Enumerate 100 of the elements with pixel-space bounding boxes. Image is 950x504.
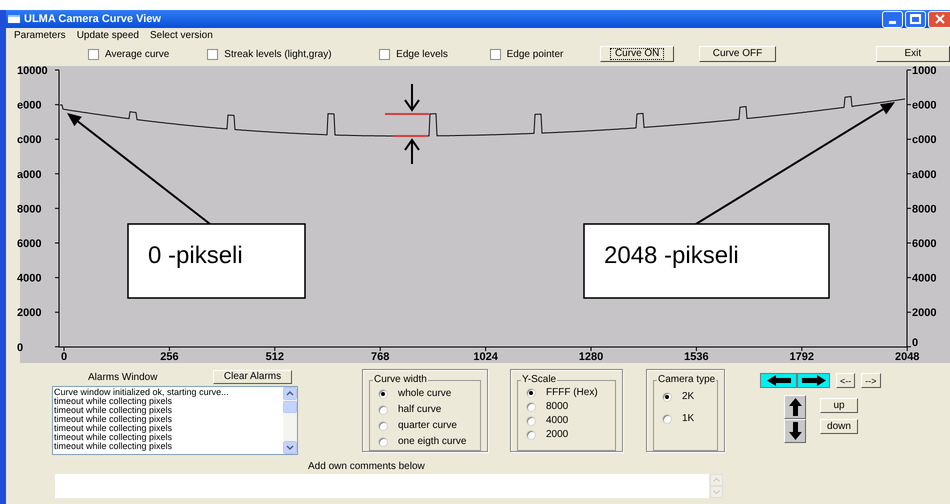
alarms-title: Alarms Window — [88, 370, 158, 384]
checkbox[interactable] — [379, 48, 390, 60]
x-axis-label: 1280 — [578, 351, 604, 363]
step-button[interactable]: --> — [861, 373, 880, 388]
menu-item[interactable]: Update speed — [76, 28, 139, 42]
right-arrow-icon — [802, 375, 826, 386]
y-axis-label: 4000 — [912, 272, 936, 285]
alarm-message: timeout while collecting pixels — [54, 442, 174, 451]
close-icon — [934, 14, 944, 24]
left-arrow-icon — [766, 375, 790, 386]
y-axis-label: 0 — [17, 342, 24, 354]
x-axis-label: 768 — [371, 351, 390, 363]
comments-label: Add own comments below — [308, 461, 426, 473]
level-line — [385, 113, 429, 115]
radio-button[interactable] — [526, 430, 536, 440]
radio-button[interactable] — [662, 414, 672, 424]
y-axis-label: e000 — [912, 100, 936, 112]
toolbar-button[interactable]: Curve OFF — [699, 46, 776, 62]
radio-label: 8000 — [546, 401, 568, 413]
alarm-message: timeout while collecting pixels — [54, 424, 174, 433]
radio-button[interactable] — [662, 392, 672, 402]
radio-button[interactable] — [526, 402, 536, 412]
radio-button[interactable] — [378, 405, 388, 415]
y-axis-label: 6000 — [17, 238, 42, 250]
radio-label: one eigth curve — [398, 436, 466, 448]
alarm-message: timeout while collecting pixels — [54, 397, 172, 406]
checkbox[interactable] — [490, 48, 501, 60]
step-button[interactable]: <-- — [836, 373, 856, 388]
alarm-message: Curve window initialized ok, starting curve... — [54, 388, 230, 397]
scroll-down-icon[interactable] — [283, 441, 297, 454]
alarm-message: timeout while collecting pixels — [54, 415, 174, 424]
level-line — [393, 135, 428, 137]
y-axis-label: 2000 — [912, 307, 936, 320]
y-axis-label: 2000 — [17, 307, 42, 320]
alarm-message: timeout while collecting pixels — [54, 406, 174, 415]
y-axis-label: c000 — [17, 134, 42, 146]
down-button[interactable]: down — [820, 419, 858, 434]
group-title: Camera type — [657, 374, 716, 386]
right-arrow-button[interactable] — [797, 373, 830, 388]
radio-button[interactable] — [378, 437, 388, 447]
radio-label: 4000 — [546, 415, 568, 427]
y-axis-label: 0 — [912, 336, 918, 349]
callout-label: 0 -pikseli — [148, 242, 243, 269]
minimize-button[interactable] — [882, 10, 903, 28]
radio-label: quarter curve — [398, 420, 457, 432]
x-axis-label: 1024 — [473, 351, 498, 363]
radio-label: half curve — [398, 404, 442, 416]
toolbar-button[interactable]: Exit — [876, 46, 950, 62]
app-icon — [8, 15, 20, 23]
y-axis-label: a000 — [912, 168, 936, 181]
down-arrow-button[interactable] — [784, 419, 806, 443]
measure-arrow — [404, 83, 420, 112]
checkbox[interactable] — [207, 48, 218, 60]
menu-item[interactable]: Select version — [150, 28, 213, 42]
y-axis-label: 8000 — [912, 203, 936, 216]
x-axis-label: 512 — [266, 351, 284, 363]
down-arrow-icon — [788, 422, 802, 440]
radio-label: 1K — [682, 413, 694, 425]
scroll-thumb[interactable] — [283, 401, 297, 413]
radio-label: FFFF (Hex) — [546, 387, 598, 399]
up-button[interactable]: up — [820, 398, 858, 413]
x-axis-label: 256 — [160, 351, 179, 363]
checkbox-label: Average curve — [105, 48, 170, 62]
y-axis-label: 1000 — [912, 66, 936, 77]
x-axis-label: 0 — [60, 351, 68, 363]
maximize-button[interactable] — [905, 10, 926, 28]
y-axis-label: 4000 — [17, 272, 42, 285]
up-arrow-button[interactable] — [784, 395, 806, 419]
left-arrow-button[interactable] — [760, 373, 797, 388]
window-title: ULMA Camera Curve View — [24, 12, 161, 27]
x-axis-label: 2048 — [894, 351, 920, 363]
y-axis-label: e000 — [17, 100, 42, 112]
radio-label: whole curve — [398, 388, 452, 400]
scroll-up-icon[interactable] — [283, 387, 297, 400]
callout-label: 2048 -pikseli — [604, 242, 739, 269]
alarm-message: timeout while collecting pixels — [54, 433, 174, 442]
toolbar-button[interactable]: Curve ON — [600, 46, 674, 62]
x-axis-label: 1792 — [790, 351, 814, 363]
checkbox-label: Edge levels — [396, 48, 449, 62]
y-axis-label: a000 — [17, 168, 42, 181]
menu-item[interactable]: Parameters — [14, 28, 66, 42]
scrollbar[interactable] — [283, 387, 297, 454]
clear-alarms-button[interactable]: Clear Alarms — [213, 370, 292, 384]
measure-arrow — [404, 138, 420, 165]
y-axis-label: 10000 — [17, 66, 48, 77]
up-arrow-icon — [788, 398, 802, 416]
radio-button[interactable] — [378, 421, 388, 431]
radio-button[interactable] — [526, 416, 536, 426]
close-button[interactable] — [928, 10, 950, 28]
y-axis-label: 6000 — [912, 238, 936, 250]
checkbox[interactable] — [88, 48, 99, 60]
y-axis-label: c000 — [912, 134, 936, 146]
radio-label: 2000 — [546, 429, 568, 441]
radio-button[interactable] — [526, 388, 536, 398]
checkbox-label: Edge pointer — [506, 48, 564, 62]
checkbox-label: Streak levels (light,gray) — [224, 48, 333, 62]
alarms-list[interactable] — [52, 386, 298, 455]
radio-button[interactable] — [378, 389, 388, 399]
comments-field[interactable] — [55, 474, 709, 498]
radio-label: 2K — [682, 391, 694, 403]
